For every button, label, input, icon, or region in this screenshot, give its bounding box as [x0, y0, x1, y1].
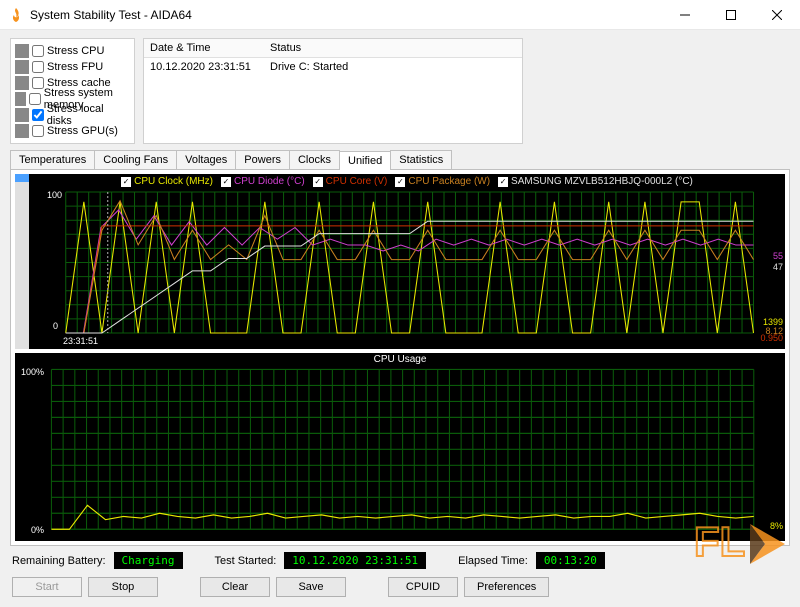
- maximize-button[interactable]: [708, 0, 754, 30]
- titlebar: System Stability Test - AIDA64: [0, 0, 800, 30]
- window-title: System Stability Test - AIDA64: [30, 8, 662, 22]
- stress-options-panel: Stress CPU Stress FPU Stress cache Stres…: [10, 38, 135, 144]
- chart2-ymin: 0%: [31, 525, 44, 535]
- start-button[interactable]: Start: [12, 577, 82, 597]
- tab-cooling-fans[interactable]: Cooling Fans: [94, 150, 177, 169]
- stress-option-icon: [15, 76, 29, 90]
- cpu-usage-chart[interactable]: CPU Usage 100% 0% 8%: [15, 353, 785, 541]
- stress-option-icon: [15, 108, 29, 122]
- unified-chart-row: ✓CPU Clock (MHz) ✓CPU Diode (°C) ✓CPU Core…: [15, 174, 785, 349]
- started-value: 10.12.2020 23:31:51: [284, 552, 426, 569]
- legend-item[interactable]: ✓CPU Package (W): [395, 176, 490, 187]
- legend-checkbox[interactable]: ✓: [221, 177, 231, 187]
- battery-label: Remaining Battery:: [12, 555, 106, 567]
- legend-checkbox[interactable]: ✓: [121, 177, 131, 187]
- chart1-legend: ✓CPU Clock (MHz) ✓CPU Diode (°C) ✓CPU Core…: [29, 176, 785, 187]
- chart1-right-value: 47: [773, 262, 783, 272]
- stress-label-4: Stress local disks: [47, 103, 130, 127]
- legend-checkbox[interactable]: ✓: [313, 177, 323, 187]
- stress-option-icon: [15, 60, 29, 74]
- legend-checkbox[interactable]: ✓: [395, 177, 405, 187]
- chart1-ymin: 0: [53, 321, 58, 331]
- tab-voltages[interactable]: Voltages: [176, 150, 236, 169]
- save-button[interactable]: Save: [276, 577, 346, 597]
- legend-item[interactable]: ✓CPU Diode (°C): [221, 176, 305, 187]
- log-row[interactable]: 10.12.2020 23:31:51Drive C: Started: [144, 58, 522, 77]
- button-row: Start Stop Clear Save CPUID Preferences: [10, 571, 790, 599]
- chart1-xstart: 23:31:51: [63, 336, 98, 346]
- stress-checkbox-3[interactable]: [29, 93, 41, 105]
- stress-option-icon: [15, 92, 26, 106]
- charts-panel: ✓CPU Clock (MHz) ✓CPU Diode (°C) ✓CPU Core…: [10, 170, 790, 546]
- stress-label-5: Stress GPU(s): [47, 125, 118, 137]
- event-log: Date & Time Status 10.12.2020 23:31:51Dr…: [143, 38, 523, 144]
- log-header-status: Status: [264, 39, 522, 58]
- stress-checkbox-4[interactable]: [32, 109, 44, 121]
- elapsed-value: 00:13:20: [536, 552, 605, 569]
- clear-button[interactable]: Clear: [200, 577, 270, 597]
- legend-item[interactable]: ✓SAMSUNG MZVLB512HBJQ-000L2 (°C): [498, 176, 693, 187]
- chart1-right-value: 55: [773, 251, 783, 261]
- tab-unified[interactable]: Unified: [339, 151, 391, 170]
- stress-option-icon: [15, 124, 29, 138]
- log-header-datetime: Date & Time: [144, 39, 264, 58]
- legend-item[interactable]: ✓CPU Core (V): [313, 176, 388, 187]
- tab-temperatures[interactable]: Temperatures: [10, 150, 95, 169]
- tab-statistics[interactable]: Statistics: [390, 150, 452, 169]
- chart-tabs: TemperaturesCooling FansVoltagesPowersCl…: [10, 150, 790, 170]
- close-button[interactable]: [754, 0, 800, 30]
- stress-checkbox-1[interactable]: [32, 61, 44, 73]
- stress-option-4: Stress local disks: [15, 107, 130, 123]
- cpuid-button[interactable]: CPUID: [388, 577, 458, 597]
- stress-option-0: Stress CPU: [15, 43, 130, 59]
- tab-powers[interactable]: Powers: [235, 150, 290, 169]
- chart1-ymax: 100: [47, 190, 62, 200]
- stress-option-5: Stress GPU(s): [15, 123, 130, 139]
- stop-button[interactable]: Stop: [88, 577, 158, 597]
- elapsed-label: Elapsed Time:: [458, 555, 528, 567]
- stress-label-0: Stress CPU: [47, 45, 104, 57]
- unified-chart[interactable]: ✓CPU Clock (MHz) ✓CPU Diode (°C) ✓CPU Core…: [29, 174, 785, 349]
- legend-item[interactable]: ✓CPU Clock (MHz): [121, 176, 213, 187]
- chart2-ymax: 100%: [21, 367, 44, 377]
- chart1-right-value: 0.950: [760, 333, 783, 343]
- stress-checkbox-0[interactable]: [32, 45, 44, 57]
- chart2-right-value: 8%: [770, 521, 783, 531]
- battery-value: Charging: [114, 552, 183, 569]
- app-icon: [8, 7, 24, 23]
- stress-label-1: Stress FPU: [47, 61, 103, 73]
- chart2-plot: [15, 353, 785, 541]
- stress-option-1: Stress FPU: [15, 59, 130, 75]
- preferences-button[interactable]: Preferences: [464, 577, 549, 597]
- stress-checkbox-5[interactable]: [32, 125, 44, 137]
- stress-checkbox-2[interactable]: [32, 77, 44, 89]
- tab-clocks[interactable]: Clocks: [289, 150, 340, 169]
- chart1-plot: [29, 174, 785, 349]
- stress-option-icon: [15, 44, 29, 58]
- started-label: Test Started:: [215, 555, 277, 567]
- chart2-title: CPU Usage: [15, 354, 785, 365]
- minimize-button[interactable]: [662, 0, 708, 30]
- status-bar: Remaining Battery: Charging Test Started…: [10, 546, 790, 571]
- chart1-progress-bar: [15, 174, 29, 349]
- legend-checkbox[interactable]: ✓: [498, 177, 508, 187]
